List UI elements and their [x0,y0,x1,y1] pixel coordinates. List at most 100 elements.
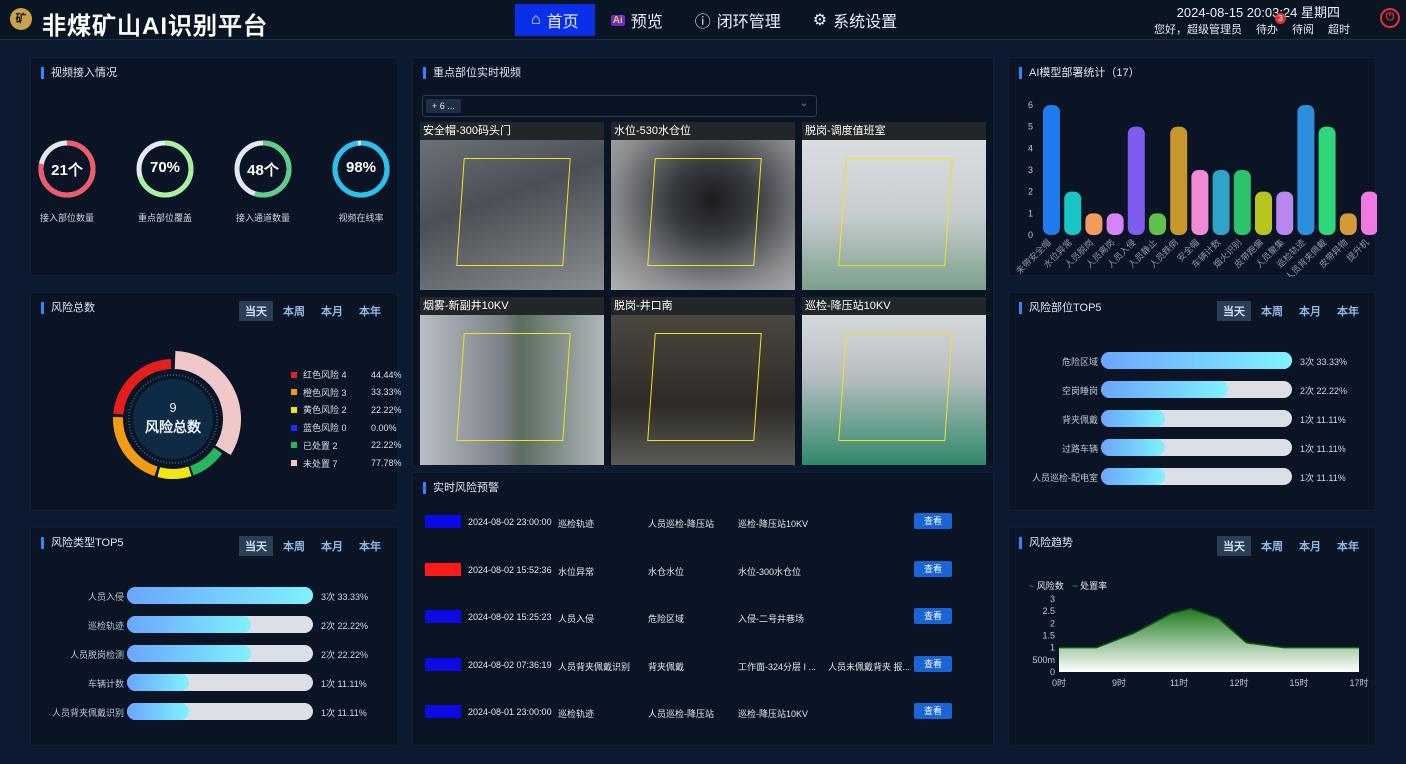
stat-ring: 70% [135,139,195,199]
bar-track [1101,468,1292,485]
alert-type: 巡检轨迹 [558,519,595,529]
alert-icon: ⓘ [694,14,711,31]
bar-count: 1次 11.11% [321,706,371,719]
model-bar [1361,191,1377,235]
donut-center-label: 风险总数 [145,419,201,435]
key-video-panel: 重点部位实时视频 + 6 ... ⌄ 安全帽-300码头门 水位-530水仓位 … [412,57,994,467]
alert-row: 2024-08-01 23:00:00 巡检轨迹 人员巡检-降压站 巡检-降压站… [423,701,983,725]
stat-ring: 48个 [233,139,293,199]
legend-item: 蓝色风险 0 0.00% [291,421,397,434]
bar-count: 1次 11.11% [1300,442,1350,455]
tab-year[interactable]: 本年 [1331,536,1365,556]
view-button[interactable]: 查看 [914,513,952,529]
ai-model-bar-chart: 0123456未带安全帽水位异常人员脱岗人员离岗人员入侵人员静止人员跌倒安全帽车… [1013,100,1377,277]
bar-label: 车辆计数 [87,679,124,689]
alert-location: 入侵-二号井巷场 [738,614,804,624]
tab-week[interactable]: 本周 [277,536,311,556]
tab-year[interactable]: 本年 [353,301,387,321]
legend-pct: 22.22% [371,440,402,451]
stat-label: 接入部位数量 [39,213,94,223]
video-feed[interactable]: 脱岗-调度值班室 [802,122,986,290]
todo-label: 待办 [1256,24,1278,36]
alert-extra: 人员未佩戴背夹 报... [828,661,910,672]
nav-closed-loop[interactable]: ⓘ 闭环管理 [679,4,797,36]
bar-count-value: 1次 [1300,444,1315,454]
bar-count: 1次 11.11% [321,677,371,690]
ai-model-panel: AI模型部署统计（17） 0 1 2 3 4 5 6 未带安全帽 水位异常 人员脱岗 人员离岗 人员入… [1008,57,1377,277]
alert-time: 2024-08-02 23:00:00 [468,517,552,527]
datetime: 2024-08-15 20:03:24 星期四 [1176,5,1340,20]
video-feed[interactable]: 安全帽-300码头门 [420,122,604,290]
legend-swatch [291,371,297,378]
view-button[interactable]: 查看 [914,608,952,624]
bar-count-value: 3次 [321,592,336,602]
bar-count-value: 2次 [321,621,336,631]
legend-pct: 77.78% [371,458,402,468]
pending-read-link[interactable]: 待阅 [1292,21,1314,37]
y-tick-label: 1 [1050,643,1055,653]
select-tag: + 6 ... [426,99,461,113]
video-feed[interactable]: 脱岗-井口南 [611,297,795,465]
view-button[interactable]: 查看 [914,703,952,719]
tab-today[interactable]: 当天 [1217,536,1251,556]
nav-home[interactable]: ⌂ 首页 [515,4,595,36]
view-button[interactable]: 查看 [914,560,952,577]
legend-item: 未处置 7 77.78% [291,457,402,470]
video-feed[interactable]: 巡检-降压站10KV [802,297,986,465]
nav-settings[interactable]: ⚙ 系统设置 [797,4,913,36]
alert-time: 2024-08-02 15:52:36 [468,564,552,575]
panel-title: 风险部位TOP5 [1019,302,1102,314]
bar-fill [1101,381,1229,398]
bar-label: 巡检轨迹 [87,621,124,631]
x-tick-label: 9时 [1112,677,1126,688]
alert-area: 人员巡检-降压站 [648,519,714,529]
tab-month[interactable]: 本月 [1293,301,1327,321]
tab-today[interactable]: 当天 [239,301,273,321]
severity-indicator [425,562,461,576]
y-tick-label: 0 [1050,667,1055,677]
greeting: 您好，超级管理员 [1154,24,1242,36]
period-tabs: 当天 本周 本月 本年 [1217,301,1365,321]
todo-link[interactable]: 3 待办 [1256,13,1286,37]
tab-month[interactable]: 本月 [1293,536,1327,556]
location-select[interactable]: + 6 ... ⌄ [422,95,817,117]
bar-label: 危险区域 [1061,357,1098,367]
tab-month[interactable]: 本月 [315,536,349,556]
power-icon[interactable]: ⏻ [1380,8,1400,28]
legend-label: 橙色风险 3 [303,387,347,398]
video-feed[interactable]: 水位-530水仓位 [611,122,795,290]
bar-count: 2次 22.22% [1300,384,1350,397]
overtime-link[interactable]: 超时 [1328,21,1350,37]
panel-title: 风险总数 [41,302,95,314]
tab-today[interactable]: 当天 [239,536,273,556]
bar-count: 1次 11.11% [1300,471,1350,484]
tab-month[interactable]: 本月 [315,301,349,321]
bar-pct: 11.11% [1316,473,1346,483]
y-tick-label: 6 [1028,100,1033,110]
tab-today[interactable]: 当天 [1217,301,1251,321]
donut-center-value: 9 [169,400,177,415]
legend-item: 黄色风险 2 22.22% [291,403,402,416]
bar-track [1101,352,1292,369]
model-bar [1149,213,1166,235]
tab-year[interactable]: 本年 [1331,301,1365,321]
bar-label: 人员入侵 [87,592,124,602]
tab-year[interactable]: 本年 [353,536,387,556]
y-tick-label: 4 [1028,143,1033,153]
alert-location: 巡检-降压站10KV [738,709,809,719]
video-feed[interactable]: 烟雾-新副井10KV [420,297,604,465]
bar-track [127,645,313,662]
risk-type-panel: 风险类型TOP5 当天 本周 本月 本年 人员入侵 3次 33.33% 巡检轨迹 2次… [30,527,398,746]
nav-home-label: 首页 [546,14,579,31]
view-button[interactable]: 查看 [914,655,952,672]
user-bar: 您好，超级管理员 3 待办 待阅 超时 [1154,13,1350,37]
tab-week[interactable]: 本周 [277,301,311,321]
stat-ring: 21个 [37,139,97,199]
bar-label: 空岗睡岗 [1061,386,1098,396]
nav-preview[interactable]: Ai 预览 [595,4,679,36]
bar-count: 3次 33.33% [321,590,371,603]
bar-count-value: 2次 [1300,386,1315,396]
tab-week[interactable]: 本周 [1255,301,1289,321]
tab-week[interactable]: 本周 [1255,536,1289,556]
bar-count-value: 1次 [321,708,336,718]
